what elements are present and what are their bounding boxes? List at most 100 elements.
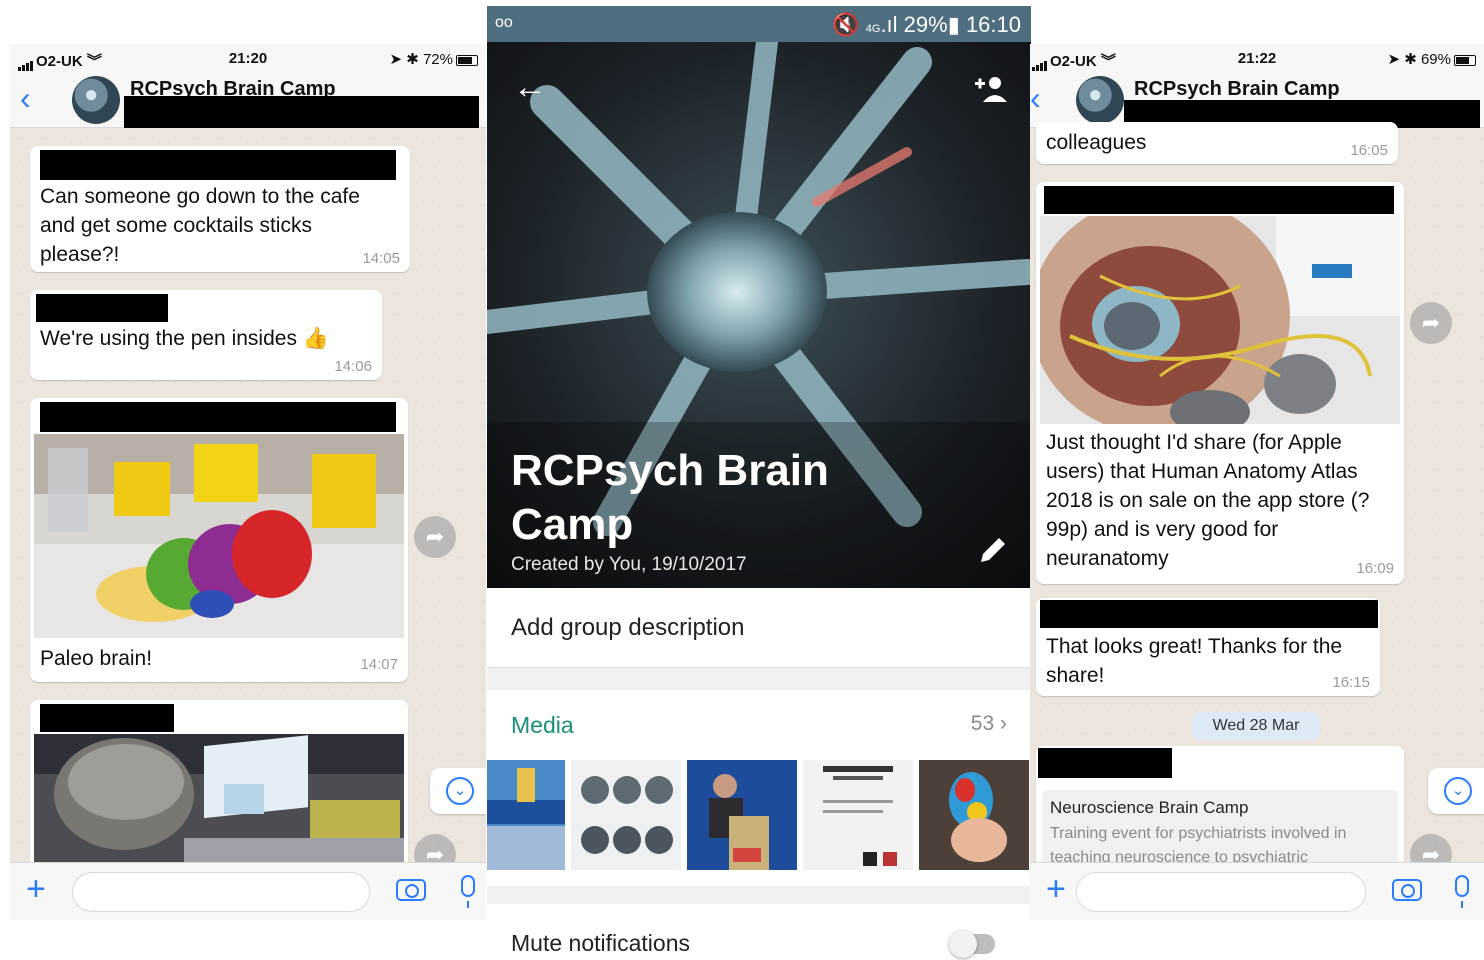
add-group-description[interactable]: Add group description <box>511 614 744 642</box>
plus-icon[interactable]: + <box>26 871 46 907</box>
sender-redaction <box>1044 186 1394 214</box>
status-bar: oo 🔇 4G.ıl 29%▮ 16:10 <box>487 6 1031 42</box>
plus-icon[interactable]: + <box>1046 871 1066 907</box>
scroll-down-button[interactable]: ⌄ <box>1428 768 1484 814</box>
message-time: 16:09 <box>1356 560 1394 577</box>
microphone-icon[interactable] <box>1455 875 1469 908</box>
camera-icon[interactable] <box>396 879 426 901</box>
message-time: 14:06 <box>334 358 372 375</box>
message-text: 2018 is on sale on the app store (? <box>1046 489 1370 512</box>
status-bar: O2-UK ︾ 21:20 ➤ ✱ 72% <box>10 44 486 72</box>
battery-icon <box>456 54 478 66</box>
pencil-icon[interactable] <box>977 530 1011 564</box>
chevron-down-icon: ⌄ <box>1444 777 1472 805</box>
status-time: 16:10 <box>965 12 1021 37</box>
message-time: 16:15 <box>1332 674 1370 691</box>
chevron-left-icon[interactable]: ‹ <box>1030 82 1041 114</box>
forward-arrow-icon[interactable]: ➦ <box>1410 302 1452 344</box>
media-section[interactable]: Media 53 › <box>487 690 1031 886</box>
voicemail-icon: oo <box>495 14 513 31</box>
redaction-bar <box>124 96 479 128</box>
group-title: RCPsych Brain Camp <box>511 446 829 549</box>
location-icon: ➤ ✱ <box>1387 51 1421 68</box>
arrow-left-icon[interactable]: ← <box>513 70 547 104</box>
media-thumbnail[interactable] <box>687 760 797 870</box>
laptop-photo[interactable] <box>34 734 404 870</box>
battery-icon: ▮ <box>947 12 966 37</box>
chevron-right-icon: › <box>1000 712 1007 735</box>
battery-percent: 72% <box>422 51 453 68</box>
media-count-link[interactable]: 53 › <box>971 712 1007 736</box>
media-thumbnail[interactable] <box>487 760 565 870</box>
sender-redaction <box>36 294 168 322</box>
link-preview-title: Neuroscience Brain Camp <box>1050 798 1249 817</box>
playdough-brain-photo[interactable] <box>34 434 404 638</box>
group-avatar[interactable] <box>72 76 120 124</box>
message-text: users) that Human Anatomy Atlas <box>1046 460 1358 483</box>
message-text: and get some cocktails sticks <box>40 214 312 237</box>
message-bubble[interactable]: colleagues 16:05 <box>1036 122 1398 164</box>
forward-arrow-icon[interactable]: ➦ <box>414 516 456 558</box>
camera-icon[interactable] <box>1392 879 1422 901</box>
message-bubble[interactable]: Can someone go down to the cafe and get … <box>30 146 410 272</box>
message-bubble[interactable]: We're using the pen insides 👍 14:06 <box>30 290 382 380</box>
message-time: 14:07 <box>360 656 398 673</box>
microphone-icon[interactable] <box>461 875 475 908</box>
message-text: please?! <box>40 243 120 266</box>
media-thumbnail[interactable] <box>919 760 1029 870</box>
media-label: Media <box>511 712 574 738</box>
sender-redaction <box>1040 600 1378 628</box>
battery-percent: 29% <box>903 12 948 37</box>
anatomy-atlas-screenshot[interactable] <box>1040 216 1400 424</box>
battery-icon <box>1454 54 1476 66</box>
image-message-bubble[interactable]: Just thought I'd share (for Apple users)… <box>1036 182 1404 584</box>
message-time: 14:05 <box>362 250 400 267</box>
chevron-left-icon[interactable]: ‹ <box>20 82 31 114</box>
date-separator: Wed 28 Mar <box>1192 712 1320 740</box>
sender-redaction <box>40 402 396 432</box>
message-text: share! <box>1046 664 1105 687</box>
message-text: We're using the pen insides 👍 <box>40 327 329 350</box>
compose-bar: + <box>10 862 486 920</box>
message-text: neuranatomy <box>1046 547 1169 570</box>
location-icon: ➤ ✱ <box>389 51 423 68</box>
scroll-down-button[interactable]: ⌄ <box>430 768 486 814</box>
chevron-down-icon: ⌄ <box>446 777 474 805</box>
chat-header[interactable]: ‹ RCPsych Brain Camp <box>1030 72 1484 130</box>
message-text: That looks great! Thanks for the <box>1046 635 1343 658</box>
message-bubble[interactable]: That looks great! Thanks for the share! … <box>1036 598 1380 696</box>
message-time: 16:05 <box>1350 142 1388 159</box>
status-bar: O2-UK ︾ 21:22 ➤ ✱ 69% <box>1030 44 1484 72</box>
chat-messages[interactable]: colleagues 16:05 Just thought I'd share … <box>1030 122 1484 886</box>
compose-bar: + <box>1030 862 1484 920</box>
mute-toggle[interactable] <box>949 930 995 958</box>
group-avatar[interactable] <box>1076 76 1124 124</box>
media-thumbnail[interactable] <box>803 760 913 870</box>
group-photo[interactable]: ← RCPsych Brain Camp Created by You, 19/… <box>487 42 1031 588</box>
media-thumbnail[interactable] <box>571 760 681 870</box>
sender-redaction <box>1038 748 1172 778</box>
network-type: 4G <box>865 23 881 35</box>
mute-notifications-label: Mute notifications <box>511 930 690 956</box>
add-person-icon[interactable] <box>975 74 1009 104</box>
message-text: Can someone go down to the cafe <box>40 185 360 208</box>
mute-icon: 🔇 <box>832 12 866 37</box>
image-caption: Paleo brain! <box>40 647 153 670</box>
battery-percent: 69% <box>1420 51 1451 68</box>
message-input[interactable] <box>72 872 370 912</box>
chat-header[interactable]: ‹ RCPsych Brain Camp <box>10 72 486 128</box>
image-message-bubble[interactable]: Paleo brain! 14:07 <box>30 398 408 682</box>
message-input[interactable] <box>1076 872 1366 912</box>
image-message-bubble[interactable] <box>30 700 408 870</box>
right-chat-screen: O2-UK ︾ 21:22 ➤ ✱ 69% ‹ RCPsych Brain Ca… <box>1030 44 1484 920</box>
group-description-row[interactable]: Add group description <box>487 588 1031 668</box>
signal-icon: .ıl <box>880 12 904 37</box>
message-text: Just thought I'd share (for Apple <box>1046 431 1342 454</box>
sender-redaction <box>40 150 396 180</box>
chat-messages[interactable]: Can someone go down to the cafe and get … <box>10 128 486 876</box>
group-info-screen: oo 🔇 4G.ıl 29%▮ 16:10 ← RCPsych Brain Ca… <box>487 6 1031 960</box>
message-text: 99p) and is very good for <box>1046 518 1279 541</box>
mute-notifications-row[interactable]: Mute notifications <box>487 904 1031 960</box>
sender-redaction <box>40 704 174 732</box>
group-name[interactable]: RCPsych Brain Camp <box>1134 78 1340 101</box>
